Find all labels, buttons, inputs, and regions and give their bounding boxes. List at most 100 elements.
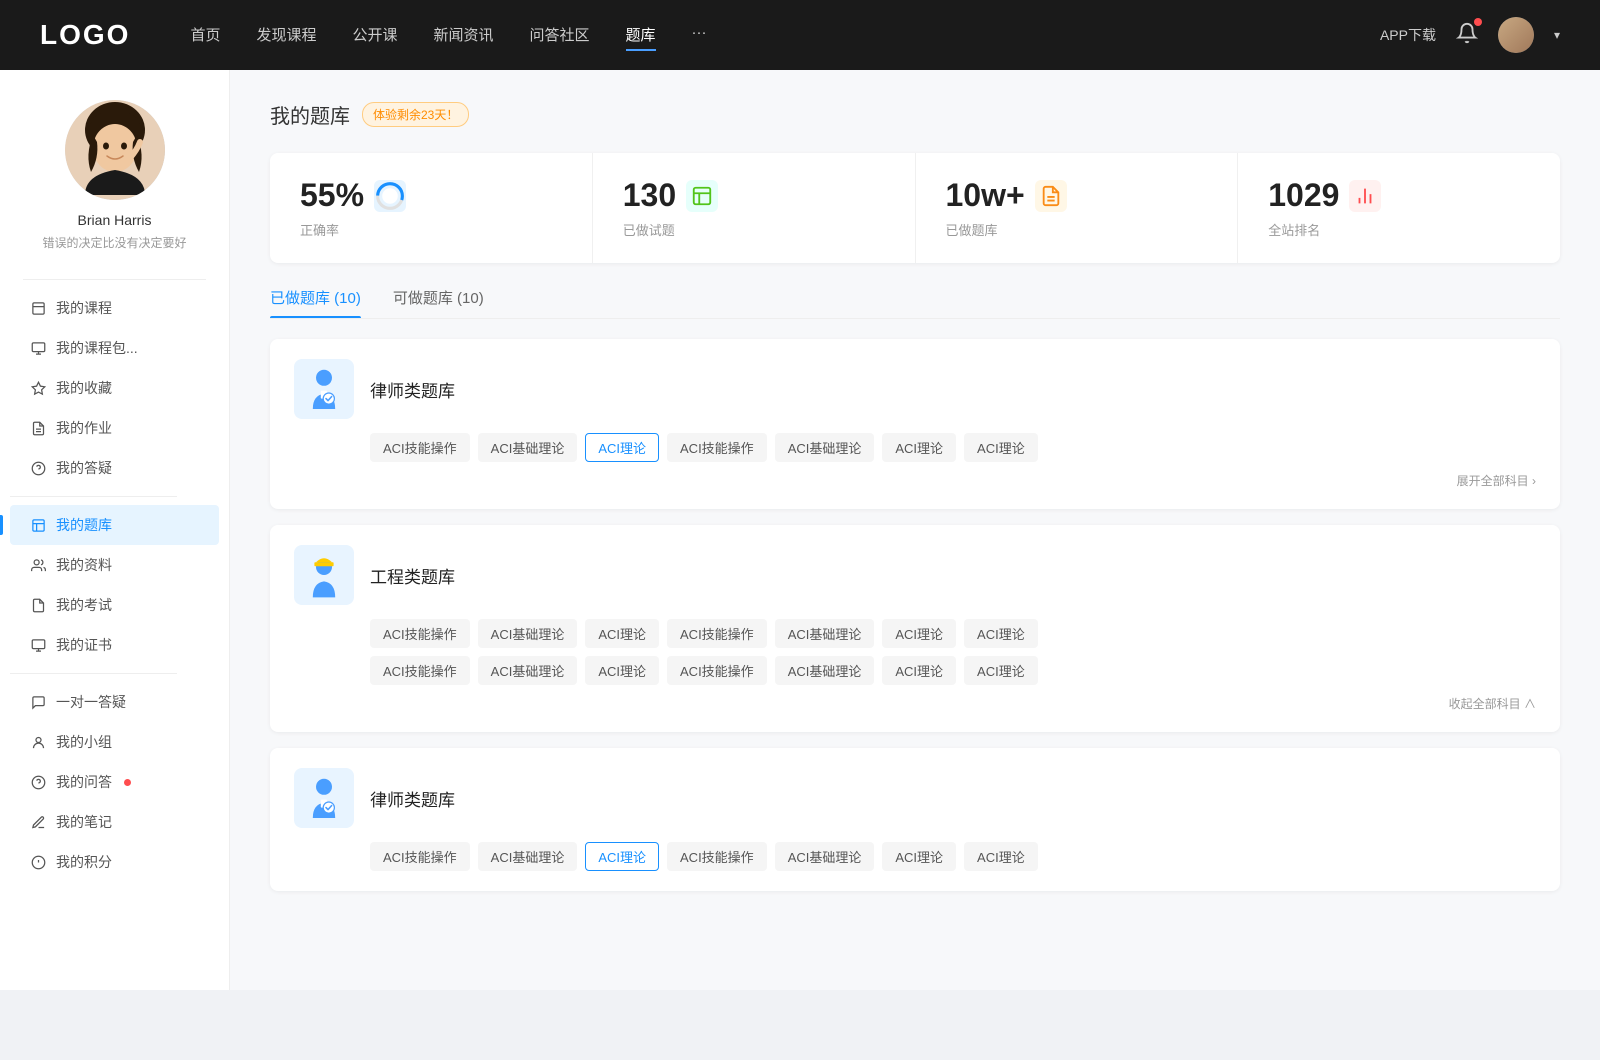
qbank-tag[interactable]: ACI理论 xyxy=(585,656,659,685)
nav-menu: 首页 发现课程 公开课 新闻资讯 问答社区 题库 ··· xyxy=(190,20,1380,51)
sidebar-my-exam[interactable]: 我的考试 xyxy=(10,585,219,625)
sidebar-my-notes[interactable]: 我的笔记 xyxy=(10,802,219,842)
my-course-pkg-label: 我的课程包... xyxy=(56,338,138,358)
sidebar-menu: 我的课程 我的课程包... 我的收藏 我的作业 xyxy=(0,288,229,882)
expand-lawyer-1[interactable]: 展开全部科目 › xyxy=(294,462,1536,489)
sidebar-my-certificate[interactable]: 我的证书 xyxy=(10,625,219,665)
qbank-tag[interactable]: ACI技能操作 xyxy=(370,842,470,871)
notification-badge xyxy=(1474,18,1482,26)
done-questions-icon xyxy=(686,180,718,212)
stat-accuracy: 55% 正确率 xyxy=(270,153,593,263)
qbank-tag[interactable]: ACI理论 xyxy=(964,619,1038,648)
qbank-title-lawyer-2: 律师类题库 xyxy=(370,786,455,811)
qbank-title-lawyer-1: 律师类题库 xyxy=(370,377,455,402)
qbank-tag[interactable]: ACI基础理论 xyxy=(775,656,875,685)
qbank-tag[interactable]: ACI理论 xyxy=(964,842,1038,871)
qbank-tag[interactable]: ACI技能操作 xyxy=(667,619,767,648)
qbank-tag[interactable]: ACI基础理论 xyxy=(775,619,875,648)
sidebar-my-points[interactable]: 我的积分 xyxy=(10,842,219,882)
my-qa-label: 我的答疑 xyxy=(56,458,112,478)
qbank-tag[interactable]: ACI技能操作 xyxy=(370,433,470,462)
stat-top-banks: 10w+ xyxy=(946,177,1208,214)
qbank-card-lawyer-1: 律师类题库 ACI技能操作 ACI基础理论 ACI理论 ACI技能操作 ACI基… xyxy=(270,339,1560,509)
logo[interactable]: LOGO xyxy=(40,19,130,51)
qbank-tag[interactable]: ACI基础理论 xyxy=(478,619,578,648)
app-download[interactable]: APP下载 xyxy=(1380,25,1436,45)
nav-news[interactable]: 新闻资讯 xyxy=(434,20,494,51)
sidebar-my-group[interactable]: 我的小组 xyxy=(10,722,219,762)
accuracy-icon xyxy=(374,180,406,212)
user-motto: 错误的决定比没有决定要好 xyxy=(42,234,186,251)
qbank-tag[interactable]: ACI理论 xyxy=(585,619,659,648)
certificate-icon xyxy=(30,637,46,653)
divider-1 xyxy=(23,279,206,280)
homework-icon xyxy=(30,420,46,436)
sidebar-my-course-pkg[interactable]: 我的课程包... xyxy=(10,328,219,368)
qbank-tag[interactable]: ACI技能操作 xyxy=(667,842,767,871)
qbank-tag[interactable]: ACI理论 xyxy=(964,656,1038,685)
one-on-one-label: 一对一答疑 xyxy=(56,692,126,712)
sidebar-my-qa[interactable]: 我的答疑 xyxy=(10,448,219,488)
qbank-tag[interactable]: ACI理论 xyxy=(964,433,1038,462)
qbank-tag-active[interactable]: ACI理论 xyxy=(585,842,659,871)
sidebar-my-course[interactable]: 我的课程 xyxy=(10,288,219,328)
nav-questionbank[interactable]: 题库 xyxy=(626,20,656,51)
qbank-tag[interactable]: ACI技能操作 xyxy=(667,433,767,462)
qbank-tags-engineer-row2: ACI技能操作 ACI基础理论 ACI理论 ACI技能操作 ACI基础理论 AC… xyxy=(294,656,1536,685)
user-avatar[interactable] xyxy=(1498,17,1534,53)
tab-done[interactable]: 已做题库 (10) xyxy=(270,287,361,318)
collapse-engineer[interactable]: 收起全部科目 ∧ xyxy=(294,685,1536,712)
nav-discover[interactable]: 发现课程 xyxy=(256,20,316,51)
stat-value-accuracy: 55% xyxy=(300,177,364,214)
profile-icon xyxy=(30,557,46,573)
qbank-tag[interactable]: ACI基础理论 xyxy=(478,656,578,685)
sidebar-my-questions[interactable]: 我的问答 xyxy=(10,762,219,802)
stat-label-done: 已做试题 xyxy=(623,220,885,239)
qbank-tag[interactable]: ACI基础理论 xyxy=(775,842,875,871)
stat-value-done: 130 xyxy=(623,177,676,214)
qbank-tag[interactable]: ACI理论 xyxy=(882,433,956,462)
qbank-tag[interactable]: ACI技能操作 xyxy=(667,656,767,685)
qbank-card-engineer: 工程类题库 ACI技能操作 ACI基础理论 ACI理论 ACI技能操作 ACI基… xyxy=(270,525,1560,732)
lawyer-2-icon-wrap xyxy=(294,768,354,828)
stat-label-accuracy: 正确率 xyxy=(300,220,562,239)
qbank-icon xyxy=(30,517,46,533)
stat-done-banks: 10w+ 已做题库 xyxy=(916,153,1239,263)
my-course-label: 我的课程 xyxy=(56,298,112,318)
qbank-tag[interactable]: ACI基础理论 xyxy=(478,433,578,462)
notification-bell[interactable] xyxy=(1456,22,1478,49)
my-favorites-label: 我的收藏 xyxy=(56,378,112,398)
nav-more[interactable]: ··· xyxy=(692,20,707,51)
stat-value-banks: 10w+ xyxy=(946,177,1025,214)
qbank-tag[interactable]: ACI理论 xyxy=(882,619,956,648)
qbank-tag[interactable]: ACI技能操作 xyxy=(370,619,470,648)
sidebar-my-favorites[interactable]: 我的收藏 xyxy=(10,368,219,408)
sidebar-one-on-one[interactable]: 一对一答疑 xyxy=(10,682,219,722)
tab-available[interactable]: 可做题库 (10) xyxy=(393,287,484,318)
qbank-header-engineer: 工程类题库 xyxy=(294,545,1536,605)
qbank-tag[interactable]: ACI基础理论 xyxy=(775,433,875,462)
my-certificate-label: 我的证书 xyxy=(56,635,112,655)
qbank-tag[interactable]: ACI技能操作 xyxy=(370,656,470,685)
tabs-bar: 已做题库 (10) 可做题库 (10) xyxy=(270,287,1560,319)
nav-home[interactable]: 首页 xyxy=(190,20,220,51)
navbar: LOGO 首页 发现课程 公开课 新闻资讯 问答社区 题库 ··· APP下载 … xyxy=(0,0,1600,70)
qbank-tag[interactable]: ACI理论 xyxy=(882,656,956,685)
qbank-tag[interactable]: ACI基础理论 xyxy=(478,842,578,871)
sidebar-my-qbank[interactable]: 我的题库 xyxy=(10,505,219,545)
my-course-icon xyxy=(30,300,46,316)
main-layout: Brian Harris 错误的决定比没有决定要好 我的课程 我的课程包... xyxy=(0,70,1600,990)
sidebar-my-homework[interactable]: 我的作业 xyxy=(10,408,219,448)
qbank-tag[interactable]: ACI理论 xyxy=(882,842,956,871)
qbank-header-lawyer-2: 律师类题库 xyxy=(294,768,1536,828)
qbank-tags-lawyer-1: ACI技能操作 ACI基础理论 ACI理论 ACI技能操作 ACI基础理论 AC… xyxy=(294,433,1536,462)
sidebar-avatar xyxy=(65,100,165,200)
qbank-tag-active[interactable]: ACI理论 xyxy=(585,433,659,462)
done-banks-icon xyxy=(1035,180,1067,212)
sidebar-my-profile[interactable]: 我的资料 xyxy=(10,545,219,585)
page-title: 我的题库 xyxy=(270,100,350,129)
engineer-icon-wrap xyxy=(294,545,354,605)
nav-qa[interactable]: 问答社区 xyxy=(530,20,590,51)
nav-opencourse[interactable]: 公开课 xyxy=(352,20,397,51)
avatar-chevron[interactable]: ▾ xyxy=(1554,28,1560,42)
